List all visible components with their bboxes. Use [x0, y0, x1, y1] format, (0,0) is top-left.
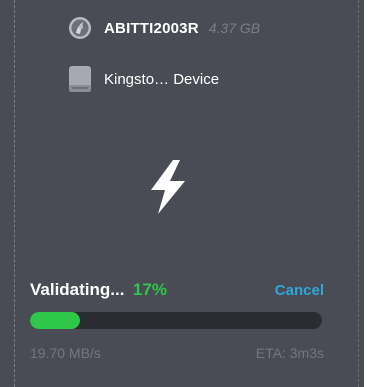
cancel-button[interactable]: Cancel — [275, 282, 324, 299]
window-edge — [364, 0, 376, 387]
left-dashed-divider — [14, 0, 15, 387]
progress-bar — [30, 312, 322, 329]
drive-icon — [66, 65, 94, 93]
transfer-speed: 19.70 MB/s — [30, 345, 101, 361]
progress-fill — [30, 312, 80, 329]
image-name: ABITTI2003R — [104, 19, 199, 37]
disc-image-icon — [66, 14, 94, 42]
right-dashed-divider — [358, 0, 359, 387]
lightning-bolt-icon — [151, 160, 185, 214]
selected-drive-row[interactable]: Kingsto… Device — [66, 65, 219, 93]
status-percent: 17% — [132, 280, 167, 299]
status-text: Validating... 17% — [30, 280, 167, 300]
selected-image-row[interactable]: ABITTI2003R 4.37 GB — [66, 14, 260, 42]
eta-text: ETA: 3m3s — [255, 345, 324, 361]
drive-name: Kingsto… Device — [104, 70, 220, 88]
image-size: 4.37 GB — [208, 20, 261, 36]
status-label: Validating... — [30, 280, 125, 299]
flash-status: Validating... 17% Cancel — [30, 280, 324, 300]
flash-panel: ABITTI2003R 4.37 GB Kingsto… Device Vali… — [0, 0, 376, 387]
